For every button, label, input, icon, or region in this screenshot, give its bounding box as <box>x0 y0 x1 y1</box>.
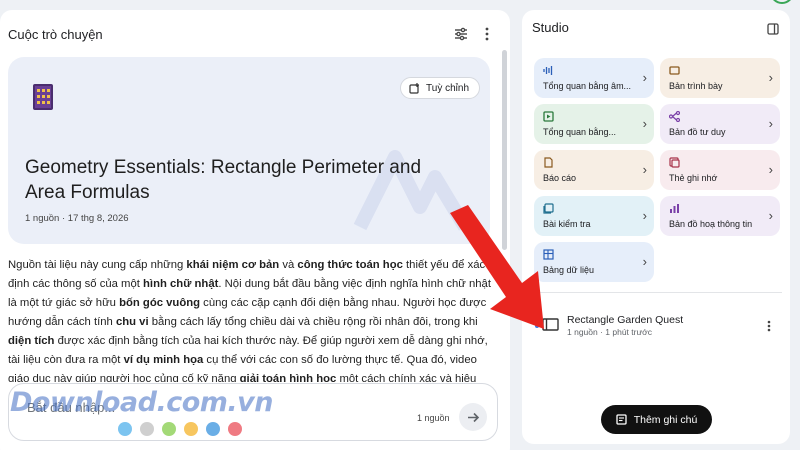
studio-tile-flashcards[interactable]: Thẻ ghi nhớ › <box>660 150 780 190</box>
video-icon <box>543 111 554 122</box>
quiz-icon <box>543 203 554 214</box>
mindmap-icon <box>669 111 680 122</box>
watermark-dot <box>206 422 220 436</box>
infographic-icon <box>670 204 679 213</box>
report-icon <box>544 157 553 168</box>
studio-tile-audio-overview[interactable]: Tổng quan bằng âm... › <box>534 58 654 98</box>
studio-tile-mind-map[interactable]: Bản đồ tư duy › <box>660 104 780 144</box>
tune-icon[interactable] <box>448 21 474 47</box>
flashcard-icon <box>669 157 680 168</box>
conversation-header: Cuộc trò chuyện <box>8 20 500 48</box>
tile-label: Bài kiểm tra <box>543 219 591 229</box>
more-vert-icon[interactable] <box>474 21 500 47</box>
avatar[interactable] <box>770 0 794 4</box>
watermark-dot <box>162 422 176 436</box>
chevron-right-icon: › <box>768 162 773 177</box>
arrow-right-icon <box>467 412 479 422</box>
conversation-title: Cuộc trò chuyện <box>8 26 103 42</box>
watermark-dot <box>228 422 242 436</box>
add-note-label: Thêm ghi chú <box>633 413 698 426</box>
chevron-right-icon: › <box>642 162 647 177</box>
studio-panel: Studio Tổng quan bằng âm... › Bản trình … <box>522 10 790 444</box>
summary-keyword: bốn góc vuông <box>119 297 201 309</box>
divider <box>530 292 782 293</box>
chevron-right-icon: › <box>768 208 773 223</box>
studio-title: Studio <box>532 20 569 35</box>
tile-label: Báo cáo <box>543 173 577 183</box>
source-count: 1 nguồn <box>417 413 450 423</box>
conversation-panel: Cuộc trò chuyện Tuỳ chỉnh Geometry Essen… <box>0 10 510 450</box>
chevron-right-icon: › <box>642 208 647 223</box>
summary-keyword: công thức toán học <box>297 259 403 271</box>
studio-tile-video-overview[interactable]: Tổng quan bằng... › <box>534 104 654 144</box>
summary-keyword: chu vi <box>115 316 149 328</box>
tile-label: Thẻ ghi nhớ <box>669 173 718 183</box>
chevron-right-icon: › <box>768 116 773 131</box>
studio-tile-infographic[interactable]: Bản đồ hoạ thông tin › <box>660 196 780 236</box>
send-button[interactable] <box>459 403 487 431</box>
notebook-hero-card: Tuỳ chỉnh Geometry Essentials: Rectangle… <box>8 57 490 244</box>
customize-button[interactable]: Tuỳ chỉnh <box>400 77 480 99</box>
tile-label: Bảng dữ liệu <box>543 265 595 275</box>
chevron-right-icon: › <box>768 70 773 85</box>
slides-icon <box>669 66 680 75</box>
studio-tile-report[interactable]: Báo cáo › <box>534 150 654 190</box>
customize-label: Tuỳ chỉnh <box>426 82 469 94</box>
tile-label: Bản đồ hoạ thông tin <box>669 219 753 229</box>
notebook-summary: Nguồn tài liệu này cung cấp những khái n… <box>8 256 492 382</box>
summary-keyword: khái niệm cơ bản <box>186 259 280 271</box>
collapse-panel-icon[interactable] <box>760 16 786 42</box>
table-icon <box>543 249 554 260</box>
studio-tile-data-table[interactable]: Bảng dữ liệu › <box>534 242 654 282</box>
note-title: Rectangle Garden Quest <box>567 314 684 326</box>
tile-label: Bản đồ tư duy <box>669 127 726 137</box>
notebook-meta: 1 nguồn · 17 thg 8, 2026 <box>25 213 129 224</box>
summary-text: Nguồn tài liệu này cung cấp những <box>8 259 187 271</box>
watermark-dot <box>184 422 198 436</box>
tile-label: Bản trình bày <box>669 81 723 91</box>
book-icon <box>33 84 53 110</box>
tile-label: Tổng quan bằng âm... <box>543 81 632 91</box>
new-indicator-dot <box>535 324 539 328</box>
summary-text: bằng cách lấy tổng chiều dài và chiều rộ… <box>148 316 478 328</box>
tile-label: Tổng quan bằng... <box>543 127 617 137</box>
download-watermark-logo: Download.com.vn <box>10 387 274 418</box>
chevron-right-icon: › <box>642 254 647 269</box>
customize-icon <box>409 82 420 94</box>
notebook-title: Geometry Essentials: Rectangle Perimeter… <box>25 157 422 203</box>
studio-tile-slides[interactable]: Bản trình bày › <box>660 58 780 98</box>
summary-keyword: ví dụ minh họa <box>123 354 204 366</box>
add-note-button[interactable]: Thêm ghi chú <box>601 405 712 434</box>
scrollbar-thumb[interactable] <box>502 50 507 250</box>
audio-icon <box>543 66 553 75</box>
summary-text: và <box>279 259 298 271</box>
summary-keyword: giải toán hình học <box>239 373 337 382</box>
watermark-dots <box>118 422 242 436</box>
watermark-dot <box>118 422 132 436</box>
note-meta: 1 nguồn · 1 phút trước <box>567 327 652 337</box>
studio-tile-quiz[interactable]: Bài kiểm tra › <box>534 196 654 236</box>
more-vert-icon[interactable] <box>760 316 778 336</box>
watermark-dot <box>140 422 154 436</box>
video-frame-icon <box>542 318 559 331</box>
chevron-right-icon: › <box>642 116 647 131</box>
chevron-right-icon: › <box>642 70 647 85</box>
summary-keyword: hình chữ nhật <box>143 278 219 290</box>
note-icon <box>616 414 627 425</box>
note-item[interactable]: Rectangle Garden Quest 1 nguồn · 1 phút … <box>532 310 782 344</box>
summary-keyword: diện tích <box>8 335 55 347</box>
